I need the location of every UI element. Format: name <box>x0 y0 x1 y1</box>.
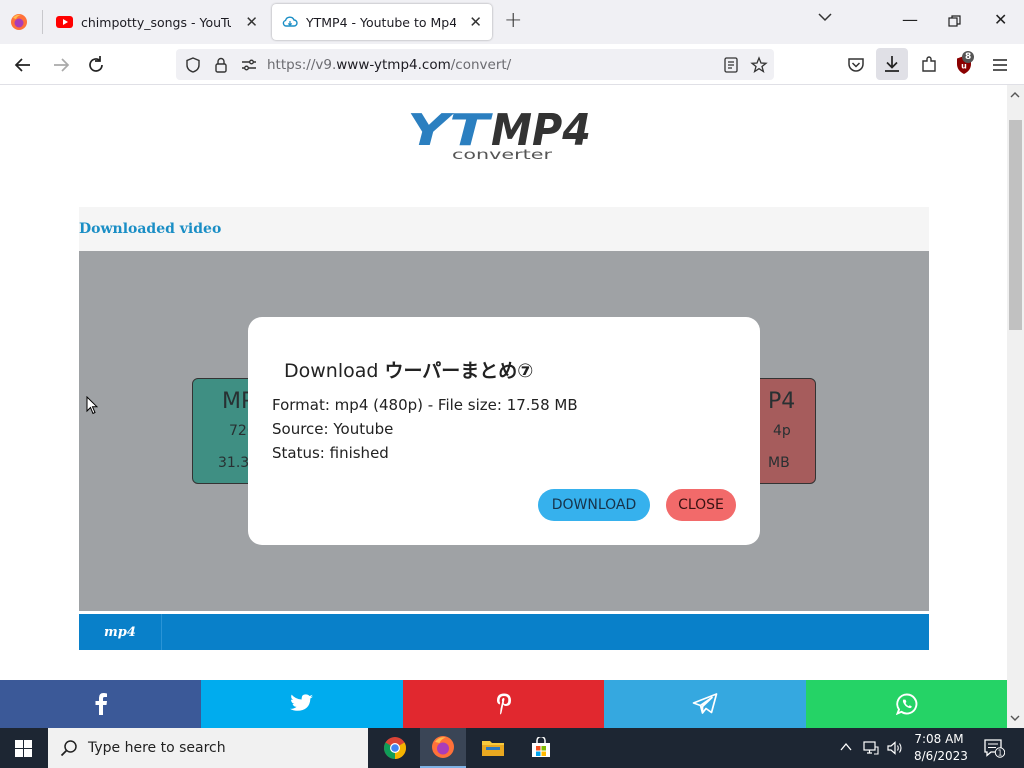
taskbar-file-explorer[interactable] <box>470 728 516 768</box>
back-arrow-icon[interactable] <box>12 54 34 76</box>
modal-title-prefix: Download <box>284 360 379 382</box>
logo-subtext: converter <box>452 148 553 163</box>
downloaded-video-header: Downloaded video <box>79 207 929 251</box>
tab-ytmp4[interactable]: YTMP4 - Youtube to Mp4 converter ✕ <box>272 4 492 40</box>
whatsapp-icon <box>895 693 917 715</box>
card-quality: 4p <box>773 423 791 439</box>
system-clock[interactable]: 7:08 AM 8/6/2023 <box>914 731 968 765</box>
search-placeholder: Type here to search <box>88 740 226 756</box>
source-info: Source: Youtube <box>272 420 394 438</box>
windows-start-icon[interactable] <box>15 740 32 757</box>
volume-icon[interactable] <box>886 739 904 757</box>
tab-bar: chimpotty_songs - YouTube ✕ YTMP4 - Yout… <box>0 0 1024 44</box>
url-text[interactable]: https://v9.www-ytmp4.com/convert/ <box>267 57 511 73</box>
downloaded-video-heading: Downloaded video <box>79 221 222 237</box>
tab-mp4[interactable]: mp4 <box>79 614 162 650</box>
status-info: Status: finished <box>272 444 389 462</box>
twitter-icon <box>290 694 313 711</box>
facebook-icon <box>95 693 107 715</box>
extensions-puzzle-icon[interactable] <box>918 54 940 76</box>
share-whatsapp-button[interactable] <box>806 680 1007 728</box>
reload-icon[interactable] <box>85 54 107 76</box>
microsoft-store-icon <box>532 737 550 757</box>
lock-icon[interactable] <box>212 56 230 74</box>
share-twitter-button[interactable] <box>201 680 403 728</box>
downloads-button[interactable] <box>876 48 908 80</box>
navigation-bar: https://v9.www-ytmp4.com/convert/ u 8 <box>0 44 1024 85</box>
download-arrow-icon <box>885 56 899 72</box>
cloud-download-icon <box>282 16 298 27</box>
share-pinterest-button[interactable] <box>403 680 604 728</box>
card-format: P4 <box>768 389 796 414</box>
taskbar-chrome[interactable] <box>372 728 418 768</box>
modal-title: Download ウーパーまとめ⑦ <box>284 356 533 383</box>
taskbar-search-box[interactable]: Type here to search <box>48 728 368 768</box>
share-telegram-button[interactable] <box>604 680 806 728</box>
telegram-icon <box>692 693 718 714</box>
network-icon[interactable] <box>862 739 880 757</box>
restore-button[interactable] <box>948 15 961 28</box>
new-tab-button[interactable]: + <box>504 10 522 32</box>
pocket-icon[interactable] <box>845 54 867 76</box>
taskbar-store[interactable] <box>518 728 564 768</box>
close-button[interactable]: CLOSE <box>666 489 736 521</box>
chevron-down-icon[interactable] <box>818 12 832 22</box>
close-icon[interactable]: ✕ <box>469 13 482 31</box>
close-icon[interactable]: ✕ <box>245 13 258 31</box>
show-hidden-icons-chevron-icon[interactable] <box>840 742 852 752</box>
tab-label: chimpotty_songs - YouTube <box>81 14 231 30</box>
taskbar-firefox[interactable] <box>420 728 466 768</box>
clock-date: 8/6/2023 <box>914 749 968 763</box>
clock-time: 7:08 AM <box>914 732 964 746</box>
window-close-button[interactable]: ✕ <box>994 10 1007 29</box>
firefox-icon <box>432 736 454 758</box>
reader-view-icon[interactable] <box>722 56 740 74</box>
format-info: Format: mp4 (480p) - File size: 17.58 MB <box>272 396 578 414</box>
windows-taskbar: Type here to search 7:08 AM 8/6/2023 1 <box>0 728 1024 768</box>
ytmp4-logo[interactable]: YT MP4 converter <box>407 103 597 163</box>
youtube-icon <box>56 16 73 28</box>
notification-count: 1 <box>998 749 1003 758</box>
scroll-down-icon[interactable] <box>1010 714 1020 722</box>
share-facebook-button[interactable] <box>0 680 201 728</box>
format-tabs: mp4 <box>79 614 929 650</box>
url-host: www-ytmp4.com <box>336 57 451 73</box>
tab-youtube[interactable]: chimpotty_songs - YouTube ✕ <box>44 4 268 40</box>
chrome-icon <box>384 737 406 759</box>
address-bar[interactable]: https://v9.www-ytmp4.com/convert/ <box>176 49 774 80</box>
download-modal: Download ウーパーまとめ⑦ Format: mp4 (480p) - F… <box>248 317 760 545</box>
scroll-up-icon[interactable] <box>1010 91 1020 99</box>
card-size: MB <box>768 455 790 471</box>
scrollbar-thumb[interactable] <box>1009 120 1022 330</box>
menu-hamburger-icon[interactable] <box>989 54 1011 76</box>
url-prefix: https://v9. <box>267 57 337 73</box>
tab-label: YTMP4 - Youtube to Mp4 converter <box>306 14 456 30</box>
tab-separator <box>42 10 43 34</box>
folder-icon <box>482 741 504 756</box>
modal-video-name: ウーパーまとめ⑦ <box>384 360 534 382</box>
shield-icon[interactable] <box>184 56 202 74</box>
bookmark-star-icon[interactable] <box>750 56 768 74</box>
card-size: 31.3 <box>218 455 250 471</box>
permissions-icon[interactable] <box>240 56 258 74</box>
download-button[interactable]: DOWNLOAD <box>538 489 650 521</box>
notifications-icon[interactable]: 1 <box>983 738 1005 758</box>
minimize-button[interactable]: — <box>902 10 918 29</box>
search-icon <box>60 740 77 757</box>
forward-arrow-icon[interactable] <box>50 54 72 76</box>
firefox-icon[interactable] <box>10 13 28 31</box>
pinterest-icon <box>496 693 511 715</box>
mouse-cursor-icon <box>86 396 98 415</box>
url-path: /convert/ <box>450 57 512 73</box>
